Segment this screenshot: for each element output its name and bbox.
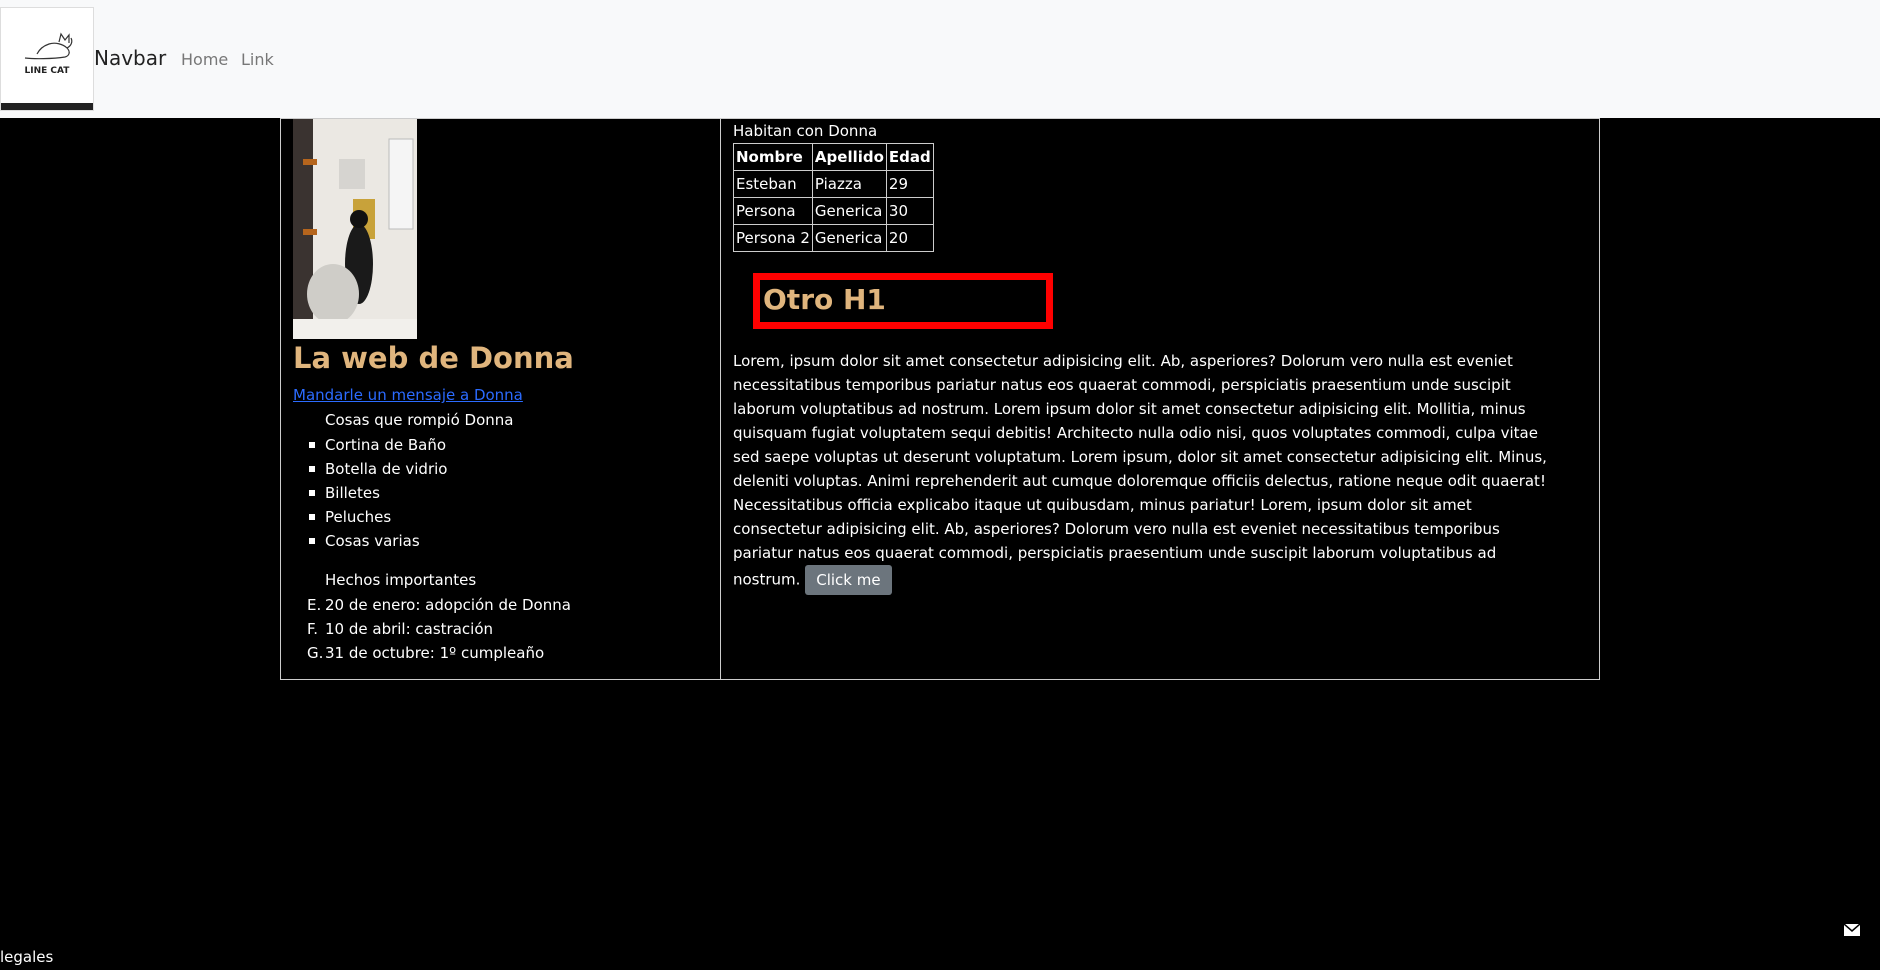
- table-cell: 30: [885, 197, 934, 225]
- table-header-row: Nombre Apellido Edad: [733, 143, 934, 171]
- list-marker: G.: [307, 644, 324, 662]
- list-item: Cortina de Baño: [308, 433, 447, 457]
- table-row: Persona Generica 30: [733, 197, 934, 225]
- cat-icon: [24, 32, 73, 60]
- list-item: F. 10 de abril: castración: [307, 617, 571, 641]
- lorem-paragraph: Lorem, ipsum dolor sit amet consectetur …: [733, 349, 1563, 595]
- table-caption: Habitan con Donna: [733, 122, 878, 140]
- table-cell: Persona: [733, 197, 813, 225]
- right-column: Habitan con Donna Nombre Apellido Edad E…: [721, 119, 1599, 679]
- facts-list-title: Hechos importantes: [325, 571, 477, 589]
- list-item: Cosas varias: [308, 529, 447, 553]
- navbar: LINE CAT Navbar Home Link: [0, 0, 1880, 118]
- donna-photo: [293, 119, 417, 339]
- table-cell: 20: [885, 224, 934, 252]
- header-cell: Edad: [885, 143, 934, 171]
- main-container: La web de Donna Mandarle un mensaje a Do…: [280, 118, 1600, 680]
- header-cell: Nombre: [733, 143, 813, 171]
- fact-text: 10 de abril: castración: [325, 620, 494, 638]
- broken-list-title: Cosas que rompió Donna: [325, 411, 514, 429]
- table-cell: Generica: [811, 224, 887, 252]
- list-item: E. 20 de enero: adopción de Donna: [307, 593, 571, 617]
- list-item: Billetes: [308, 481, 447, 505]
- nav-link-home[interactable]: Home: [181, 50, 228, 69]
- list-item: G. 31 de octubre: 1º cumpleaño: [307, 641, 571, 665]
- table-row: Esteban Piazza 29: [733, 170, 934, 198]
- people-table: Nombre Apellido Edad Esteban Piazza 29 P…: [733, 143, 934, 252]
- list-marker: F.: [307, 620, 318, 638]
- table-cell: Persona 2: [733, 224, 813, 252]
- logo-bar: [1, 103, 93, 110]
- table-cell: Piazza: [811, 170, 887, 198]
- fact-text: 20 de enero: adopción de Donna: [325, 596, 571, 614]
- navbar-brand[interactable]: Navbar: [94, 46, 166, 70]
- header-cell: Apellido: [811, 143, 887, 171]
- facts-list: E. 20 de enero: adopción de Donna F. 10 de…: [307, 593, 571, 665]
- fact-text: 31 de octubre: 1º cumpleaño: [325, 644, 545, 662]
- logo-text: LINE CAT: [24, 66, 70, 76]
- table-cell: Esteban: [733, 170, 813, 198]
- left-column: La web de Donna Mandarle un mensaje a Do…: [281, 119, 721, 679]
- brand-logo[interactable]: LINE CAT: [0, 7, 94, 111]
- site-title: La web de Donna: [293, 341, 574, 375]
- list-item: Botella de vidrio: [308, 457, 447, 481]
- otro-h1-heading: Otro H1: [753, 273, 1053, 329]
- legales-footer[interactable]: legales: [0, 948, 53, 966]
- broken-list: Cortina de Baño Botella de vidrio Billet…: [308, 433, 447, 553]
- nav-link-link[interactable]: Link: [241, 50, 274, 69]
- table-row: Persona 2 Generica 20: [733, 224, 934, 252]
- paragraph-text: Lorem, ipsum dolor sit amet consectetur …: [733, 352, 1547, 589]
- click-me-button[interactable]: Click me: [805, 565, 892, 595]
- mail-icon[interactable]: [1844, 924, 1860, 936]
- list-marker: E.: [307, 596, 322, 614]
- table-cell: 29: [885, 170, 934, 198]
- message-link[interactable]: Mandarle un mensaje a Donna: [293, 386, 523, 404]
- list-item: Peluches: [308, 505, 447, 529]
- table-cell: Generica: [811, 197, 887, 225]
